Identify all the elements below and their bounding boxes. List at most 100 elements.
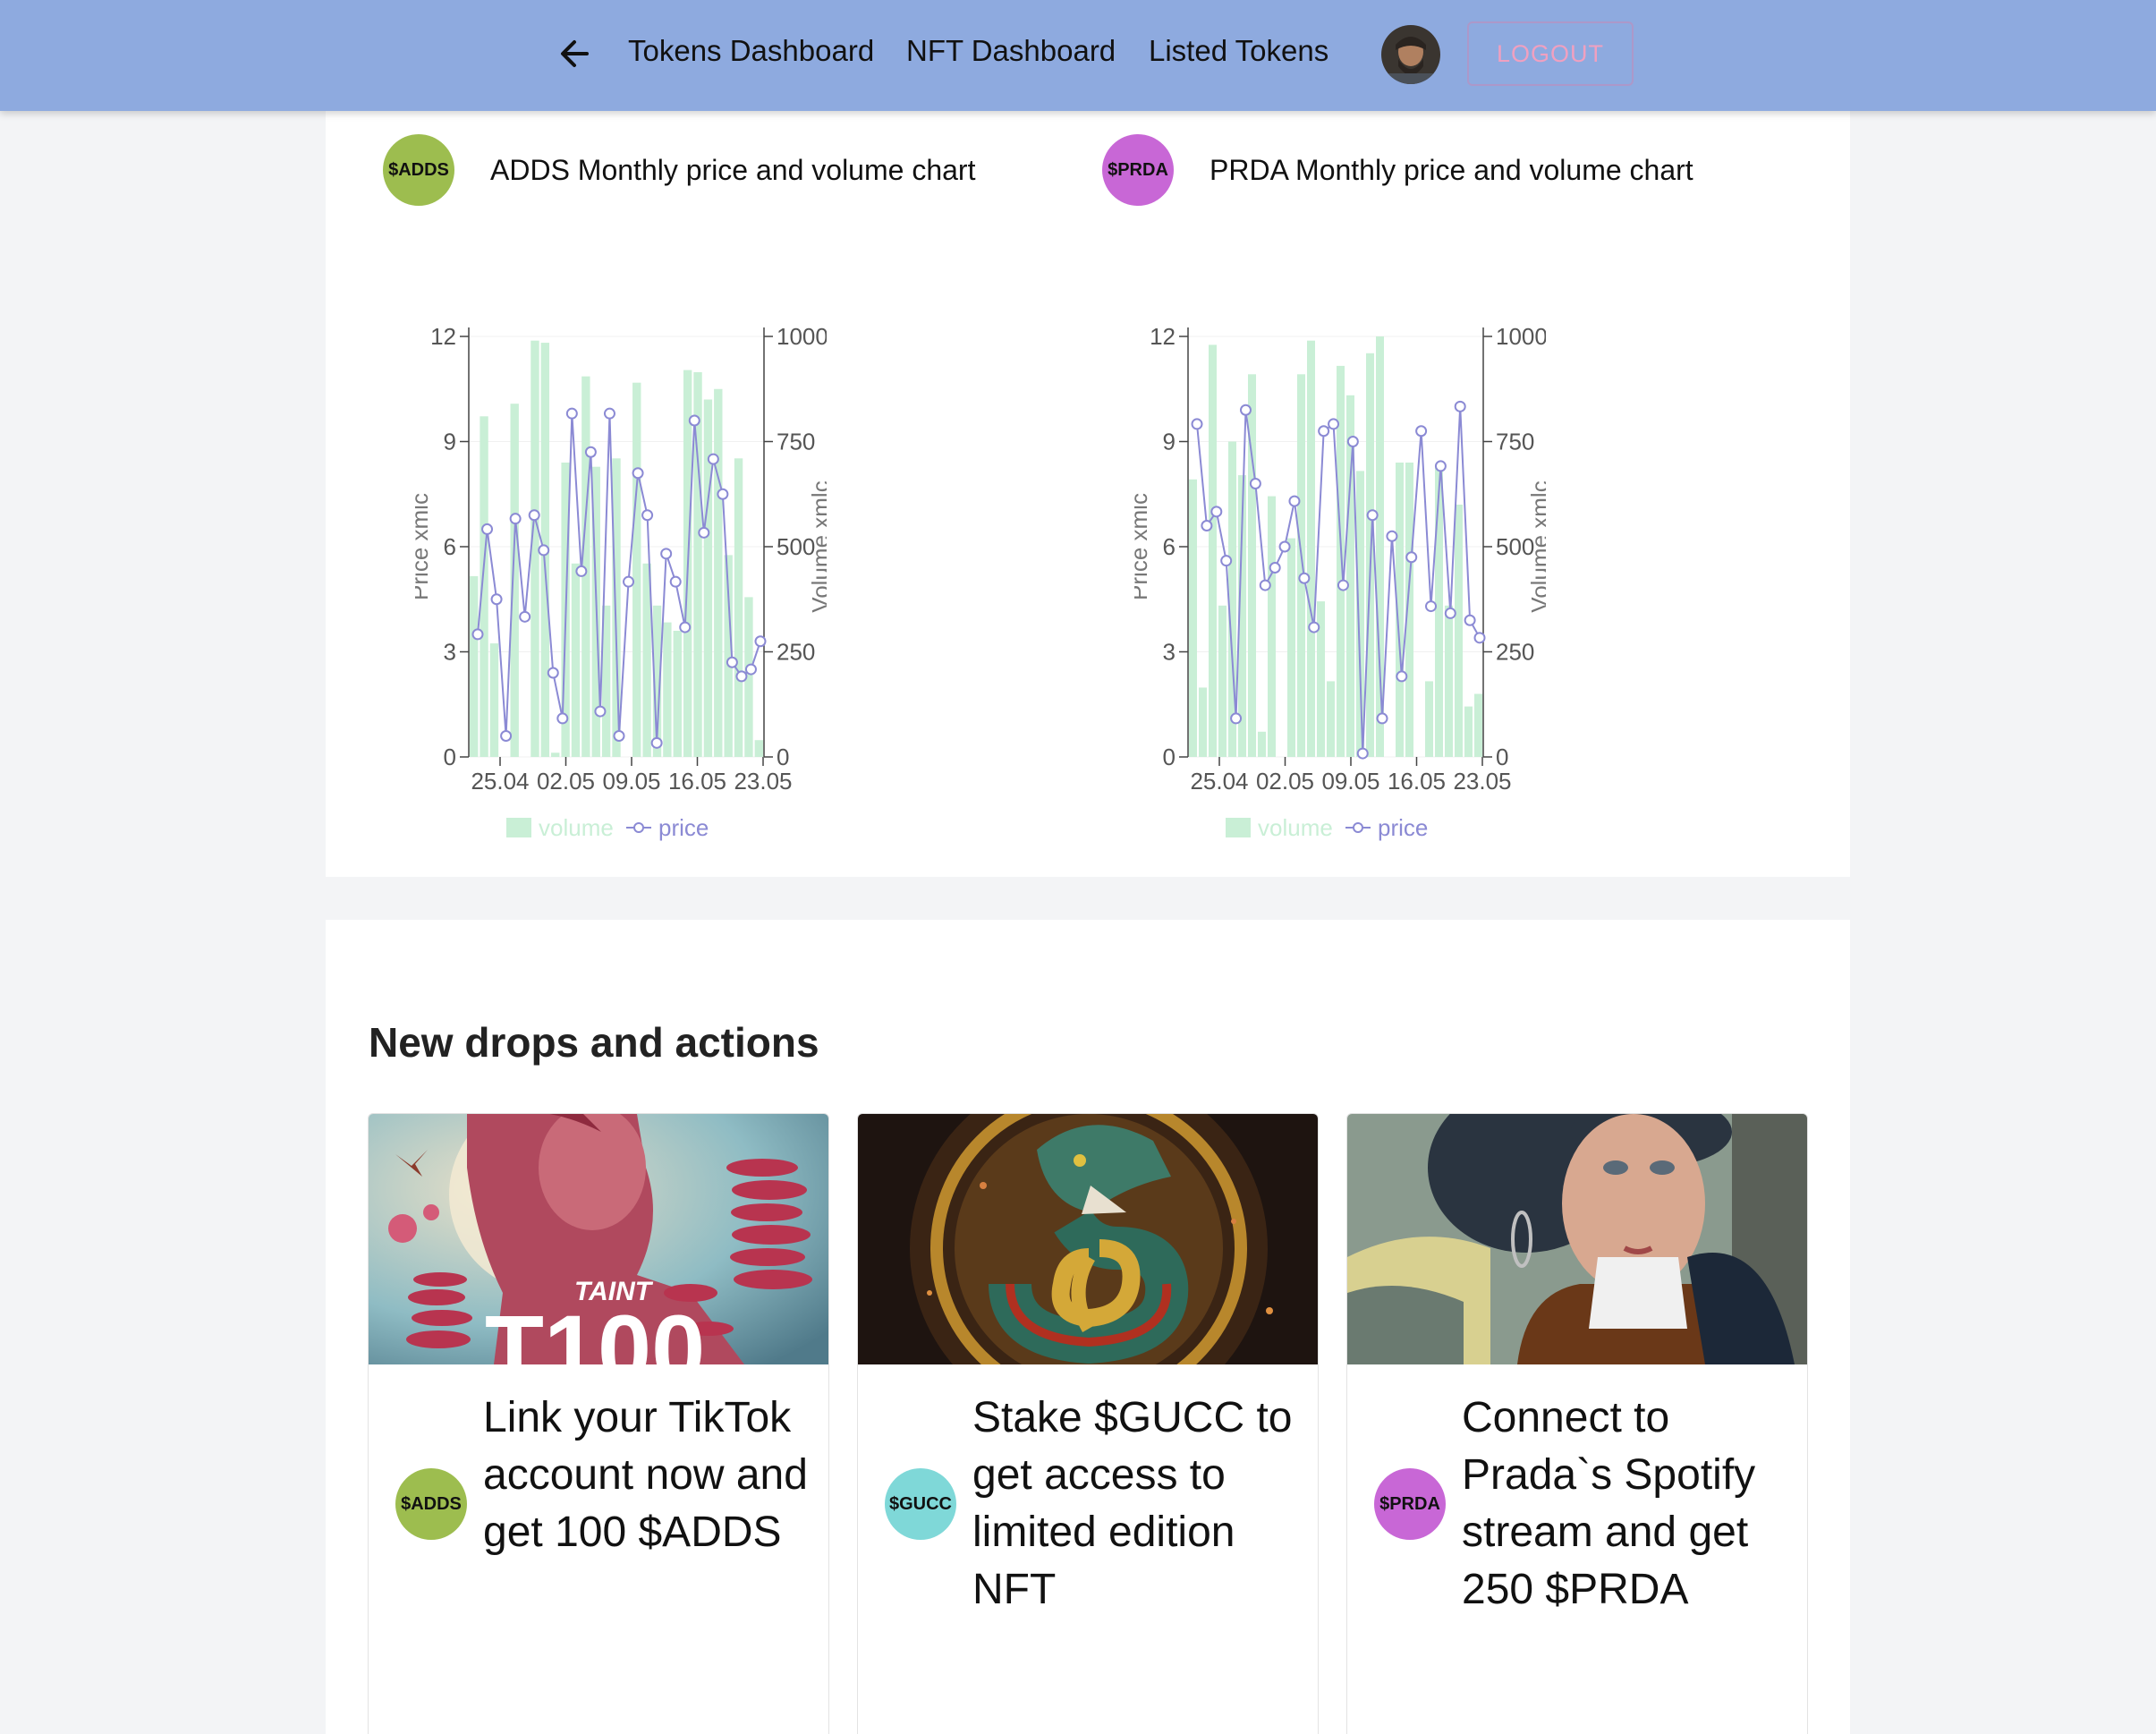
volume-bar [1445, 605, 1453, 757]
charts-card: $ADDS ADDS Monthly price and volume char… [326, 111, 1850, 877]
chart-title-adds: ADDS Monthly price and volume chart [490, 154, 976, 186]
volume-bar [1356, 471, 1364, 757]
volume-bar [734, 458, 743, 757]
price-point [650, 736, 663, 749]
y-axis-label-right: Volume xmlc [1526, 480, 1546, 612]
price-point [1298, 572, 1311, 584]
price-point [632, 467, 644, 480]
price-point [613, 730, 625, 742]
price-point [660, 548, 673, 560]
user-avatar[interactable] [1381, 25, 1440, 84]
price-volume-chart-prda: 0369120250500750100025.04 02.05 09.05 16.05… [1134, 323, 1546, 841]
price-point [1210, 506, 1223, 518]
nav-tokens-dashboard[interactable]: Tokens Dashboard [628, 34, 874, 68]
price-point [471, 628, 484, 641]
legend-label-volume: volume [539, 814, 614, 841]
price-point [519, 610, 531, 623]
volume-bar [632, 382, 641, 757]
price-point [528, 509, 540, 522]
price-point [1434, 460, 1447, 472]
y-axis-label-left: Price xmlc [1134, 493, 1152, 600]
price-point [669, 575, 682, 588]
y-axis-label-right: Volume xmlc [807, 480, 827, 612]
volume-bar [1268, 496, 1276, 757]
price-point [1259, 579, 1271, 591]
drop-image-prda [1347, 1114, 1807, 1364]
volume-bar [551, 752, 560, 757]
volume-bar [714, 388, 723, 757]
price-point [1191, 418, 1203, 430]
y-tick-label-left: 0 [1163, 744, 1176, 770]
price-point [509, 513, 522, 525]
price-point [744, 663, 757, 676]
price-point [735, 670, 748, 683]
y-tick-label-right: 0 [1496, 744, 1508, 770]
volume-bar [1464, 706, 1473, 757]
volume-bar [1258, 731, 1266, 757]
price-point [481, 523, 494, 535]
x-tick-label: 09.05 [602, 768, 660, 795]
volume-bar [489, 643, 499, 757]
volume-bar [1218, 605, 1227, 757]
volume-bar [1189, 479, 1197, 757]
y-axis-label-left: Price xmlc [415, 493, 433, 600]
y-tick-label-right: 0 [777, 744, 789, 770]
x-tick-label: 02.05 [537, 768, 595, 795]
x-tick-label: 16.05 [668, 768, 726, 795]
price-point [1425, 600, 1438, 613]
y-tick-label-left: 12 [430, 323, 456, 350]
volume-bar [1474, 693, 1482, 757]
price-point [726, 656, 738, 668]
x-tick-label: 09.05 [1321, 768, 1379, 795]
y-tick-label-left: 9 [1163, 429, 1176, 455]
legend-label-volume: volume [1258, 814, 1333, 841]
price-point [1415, 425, 1428, 438]
drop-image-adds: TAINT T100 [369, 1114, 828, 1364]
nav-listed-tokens[interactable]: Listed Tokens [1149, 34, 1328, 68]
price-point [1288, 495, 1301, 507]
x-tick-label: 02.05 [1256, 768, 1314, 795]
volume-bar [571, 563, 581, 757]
drop-card-gucc[interactable]: $GUCC Stake $GUCC to get access to limit… [857, 1113, 1319, 1734]
top-nav-bar: Tokens Dashboard NFT Dashboard Listed To… [0, 0, 2156, 111]
price-point [1346, 436, 1359, 447]
price-point [641, 509, 654, 522]
y-tick-label-left: 3 [1163, 639, 1176, 666]
price-point [688, 414, 700, 427]
y-tick-label-right: 250 [777, 639, 815, 666]
volume-bar [612, 458, 621, 757]
token-badge-adds-drop: $ADDS [395, 1468, 467, 1540]
token-badge-prda: $PRDA [1102, 134, 1174, 206]
y-tick-label-right: 250 [1496, 639, 1534, 666]
drop-card-prda[interactable]: $PRDA Connect to Prada`s Spotify stream … [1346, 1113, 1808, 1734]
price-point [1464, 614, 1476, 626]
price-point [594, 705, 607, 718]
avatar-image [1381, 25, 1440, 84]
price-point [1249, 478, 1261, 489]
price-point [1328, 418, 1340, 430]
price-point [1230, 712, 1243, 725]
price-point [1239, 404, 1252, 416]
volume-bar [1435, 466, 1443, 757]
logout-button[interactable]: LOGOUT [1467, 21, 1634, 86]
chart-title-prda: PRDA Monthly price and volume chart [1210, 154, 1693, 186]
section-title: New drops and actions [369, 1019, 819, 1066]
volume-bar [1327, 681, 1335, 757]
price-point [603, 407, 615, 420]
token-badge-prda-drop: $PRDA [1374, 1468, 1446, 1540]
volume-bar [1455, 505, 1463, 757]
volume-bar [663, 622, 672, 757]
price-point [575, 565, 588, 577]
price-point [1376, 712, 1388, 725]
price-point [1269, 562, 1281, 574]
x-tick-label: 25.04 [471, 768, 529, 795]
drop-image-gucc [858, 1114, 1318, 1364]
nav-nft-dashboard[interactable]: NFT Dashboard [906, 34, 1116, 68]
legend-label-price: price [1378, 814, 1428, 841]
volume-bar [510, 404, 519, 757]
price-point [1220, 555, 1233, 567]
back-arrow-button[interactable] [553, 29, 596, 79]
volume-bar [1209, 344, 1217, 757]
drop-card-adds[interactable]: TAINT T100 $ADDS Link your TikTok accoun… [368, 1113, 829, 1734]
price-point [754, 635, 767, 648]
